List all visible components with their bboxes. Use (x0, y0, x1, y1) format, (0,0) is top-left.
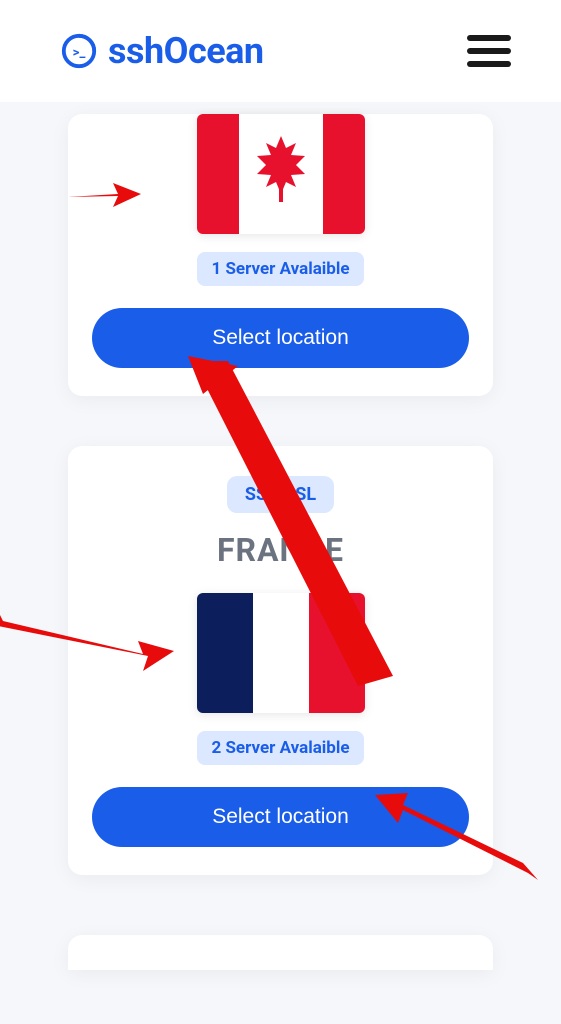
annotation-arrow-icon (63, 169, 143, 219)
annotation-arrow-icon (188, 356, 561, 736)
main-container: 1 Server Avalaible Select location SSH S… (0, 102, 561, 1010)
site-header: >_ sshOcean (0, 0, 561, 102)
annotation-arrow-icon (373, 775, 543, 885)
server-card-next (68, 935, 493, 970)
brand-logo[interactable]: >_ sshOcean (60, 30, 264, 72)
availability-badge: 2 Server Avalaible (197, 731, 363, 765)
brand-icon: >_ (60, 32, 98, 70)
brand-text: sshOcean (108, 30, 264, 72)
flag-canada (197, 114, 365, 234)
server-card-canada: 1 Server Avalaible Select location (68, 114, 493, 396)
svg-text:>_: >_ (73, 46, 86, 61)
annotation-arrow-icon (0, 596, 178, 676)
menu-icon[interactable] (467, 35, 541, 67)
availability-badge: 1 Server Avalaible (197, 252, 363, 286)
server-card-france: SSH SSL FRANCE 2 Server Avalaible Select… (68, 446, 493, 875)
